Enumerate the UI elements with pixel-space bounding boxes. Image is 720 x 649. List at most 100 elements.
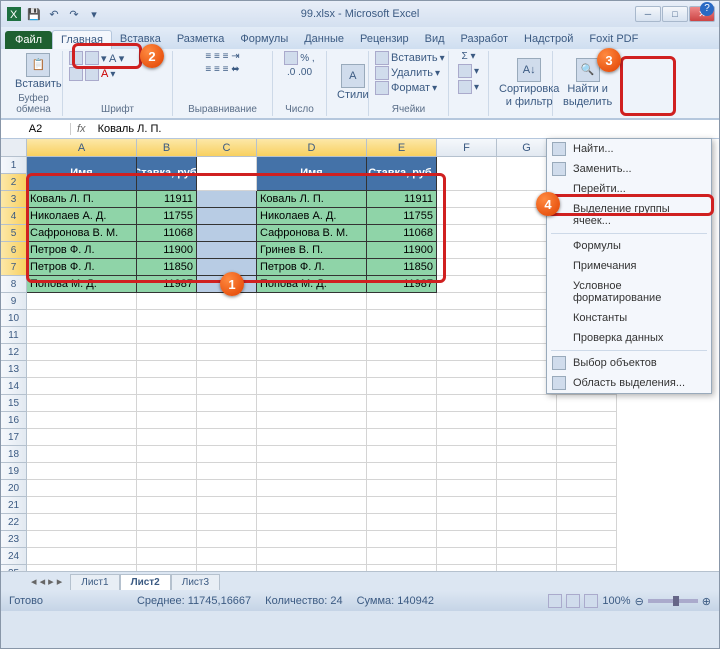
cell-D9[interactable]	[257, 310, 367, 327]
cell-C12[interactable]	[197, 361, 257, 378]
cell-A10[interactable]	[27, 327, 137, 344]
cell-B20[interactable]	[137, 497, 197, 514]
menu-goto[interactable]: Перейти...	[547, 179, 711, 199]
cell-E14[interactable]	[367, 395, 437, 412]
cell-C11[interactable]	[197, 344, 257, 361]
cell-D22[interactable]	[257, 531, 367, 548]
insert-cells-button[interactable]: Вставить ▾	[375, 51, 445, 65]
cell-F3[interactable]	[437, 208, 497, 225]
cell-A13[interactable]	[27, 378, 137, 395]
cell-C17[interactable]	[197, 446, 257, 463]
cell-A16[interactable]	[27, 429, 137, 446]
tab-Вставка[interactable]: Вставка	[112, 30, 169, 49]
zoom-level[interactable]: 100%	[602, 595, 630, 607]
zoom-in-button[interactable]: ⊕	[702, 595, 711, 608]
t1-name-3[interactable]: Петров Ф. Л.	[27, 242, 137, 259]
cell-G15[interactable]	[497, 412, 557, 429]
cell-H18[interactable]	[557, 463, 617, 480]
menu-goto-special[interactable]: Выделение группы ячеек...	[547, 199, 711, 231]
cell-F6[interactable]	[437, 259, 497, 276]
row-header-13[interactable]: 13	[1, 361, 27, 378]
fill-down-icon[interactable]	[458, 64, 472, 78]
maximize-button[interactable]: □	[662, 6, 688, 22]
tab-Foxit PDF[interactable]: Foxit PDF	[581, 30, 646, 49]
cell-A21[interactable]	[27, 514, 137, 531]
t2-name-1[interactable]: Николаев А. Д.	[257, 208, 367, 225]
view-layout-icon[interactable]	[566, 594, 580, 608]
t2-rate-2[interactable]: 11068	[367, 225, 437, 242]
cell-G20[interactable]	[497, 497, 557, 514]
tab-Рецензир[interactable]: Рецензир	[352, 30, 417, 49]
cell-D21[interactable]	[257, 514, 367, 531]
find-select-button[interactable]: 🔍Найти и выделить	[559, 56, 616, 109]
italic-icon[interactable]	[85, 51, 99, 65]
menu-validation[interactable]: Проверка данных	[547, 328, 711, 348]
menu-comments[interactable]: Примечания	[547, 256, 711, 276]
cell-E16[interactable]	[367, 429, 437, 446]
cell-C13[interactable]	[197, 378, 257, 395]
cell-F20[interactable]	[437, 497, 497, 514]
row-header-22[interactable]: 22	[1, 514, 27, 531]
cell-A20[interactable]	[27, 497, 137, 514]
cell-F22[interactable]	[437, 531, 497, 548]
t2-rate-0[interactable]: 11911	[367, 191, 437, 208]
styles-button[interactable]: AСтили	[333, 62, 373, 103]
cell-E9[interactable]	[367, 310, 437, 327]
cell-F2[interactable]	[437, 191, 497, 208]
cell-G19[interactable]	[497, 480, 557, 497]
cell-D8[interactable]	[257, 293, 367, 310]
cell-G23[interactable]	[497, 548, 557, 565]
menu-selection-pane[interactable]: Область выделения...	[547, 373, 711, 393]
cell-F8[interactable]	[437, 293, 497, 310]
help-icon[interactable]: ?	[700, 2, 714, 16]
cell-F17[interactable]	[437, 446, 497, 463]
cell-E24[interactable]	[367, 565, 437, 571]
formula-input[interactable]: Коваль Л. П.	[92, 123, 168, 135]
delete-cells-button[interactable]: Удалить ▾	[375, 66, 440, 80]
row-header-25[interactable]: 25	[1, 565, 27, 571]
t1-rate-3[interactable]: 11900	[137, 242, 197, 259]
cell-B13[interactable]	[137, 378, 197, 395]
fx-icon[interactable]: fx	[71, 123, 92, 135]
cell-A14[interactable]	[27, 395, 137, 412]
cell-G21[interactable]	[497, 514, 557, 531]
cell-D19[interactable]	[257, 480, 367, 497]
cell-B15[interactable]	[137, 412, 197, 429]
format-cells-button[interactable]: Формат ▾	[375, 81, 437, 95]
fill-icon[interactable]	[85, 67, 99, 81]
header-rate-1[interactable]: Ставка, руб.	[137, 157, 197, 191]
view-break-icon[interactable]	[584, 594, 598, 608]
cell-D23[interactable]	[257, 548, 367, 565]
col-header-D[interactable]: D	[257, 139, 367, 157]
cell-H21[interactable]	[557, 514, 617, 531]
cell-F7[interactable]	[437, 276, 497, 293]
row-header-14[interactable]: 14	[1, 378, 27, 395]
cell-B14[interactable]	[137, 395, 197, 412]
row-header-1[interactable]: 1	[1, 157, 27, 174]
cell-C15[interactable]	[197, 412, 257, 429]
row-header-5[interactable]: 5	[1, 225, 27, 242]
row-header-23[interactable]: 23	[1, 531, 27, 548]
cell-C8[interactable]	[197, 293, 257, 310]
sheet-tab-Лист2[interactable]: Лист2	[120, 574, 171, 590]
cell-F15[interactable]	[437, 412, 497, 429]
cell-G16[interactable]	[497, 429, 557, 446]
save-icon[interactable]: 💾	[25, 5, 43, 23]
cell-G18[interactable]	[497, 463, 557, 480]
cell-A12[interactable]	[27, 361, 137, 378]
sheet-tab-Лист1[interactable]: Лист1	[70, 574, 119, 590]
cell-F19[interactable]	[437, 480, 497, 497]
redo-icon[interactable]: ↷	[65, 5, 83, 23]
cell-B21[interactable]	[137, 514, 197, 531]
row-header-19[interactable]: 19	[1, 463, 27, 480]
cell-A22[interactable]	[27, 531, 137, 548]
cell-B11[interactable]	[137, 344, 197, 361]
cell-H17[interactable]	[557, 446, 617, 463]
col-header-E[interactable]: E	[367, 139, 437, 157]
cell-H16[interactable]	[557, 429, 617, 446]
cell-C20[interactable]	[197, 497, 257, 514]
cell-D12[interactable]	[257, 361, 367, 378]
header-name-1[interactable]: Имя	[27, 157, 137, 191]
row-header-6[interactable]: 6	[1, 242, 27, 259]
row-header-16[interactable]: 16	[1, 412, 27, 429]
